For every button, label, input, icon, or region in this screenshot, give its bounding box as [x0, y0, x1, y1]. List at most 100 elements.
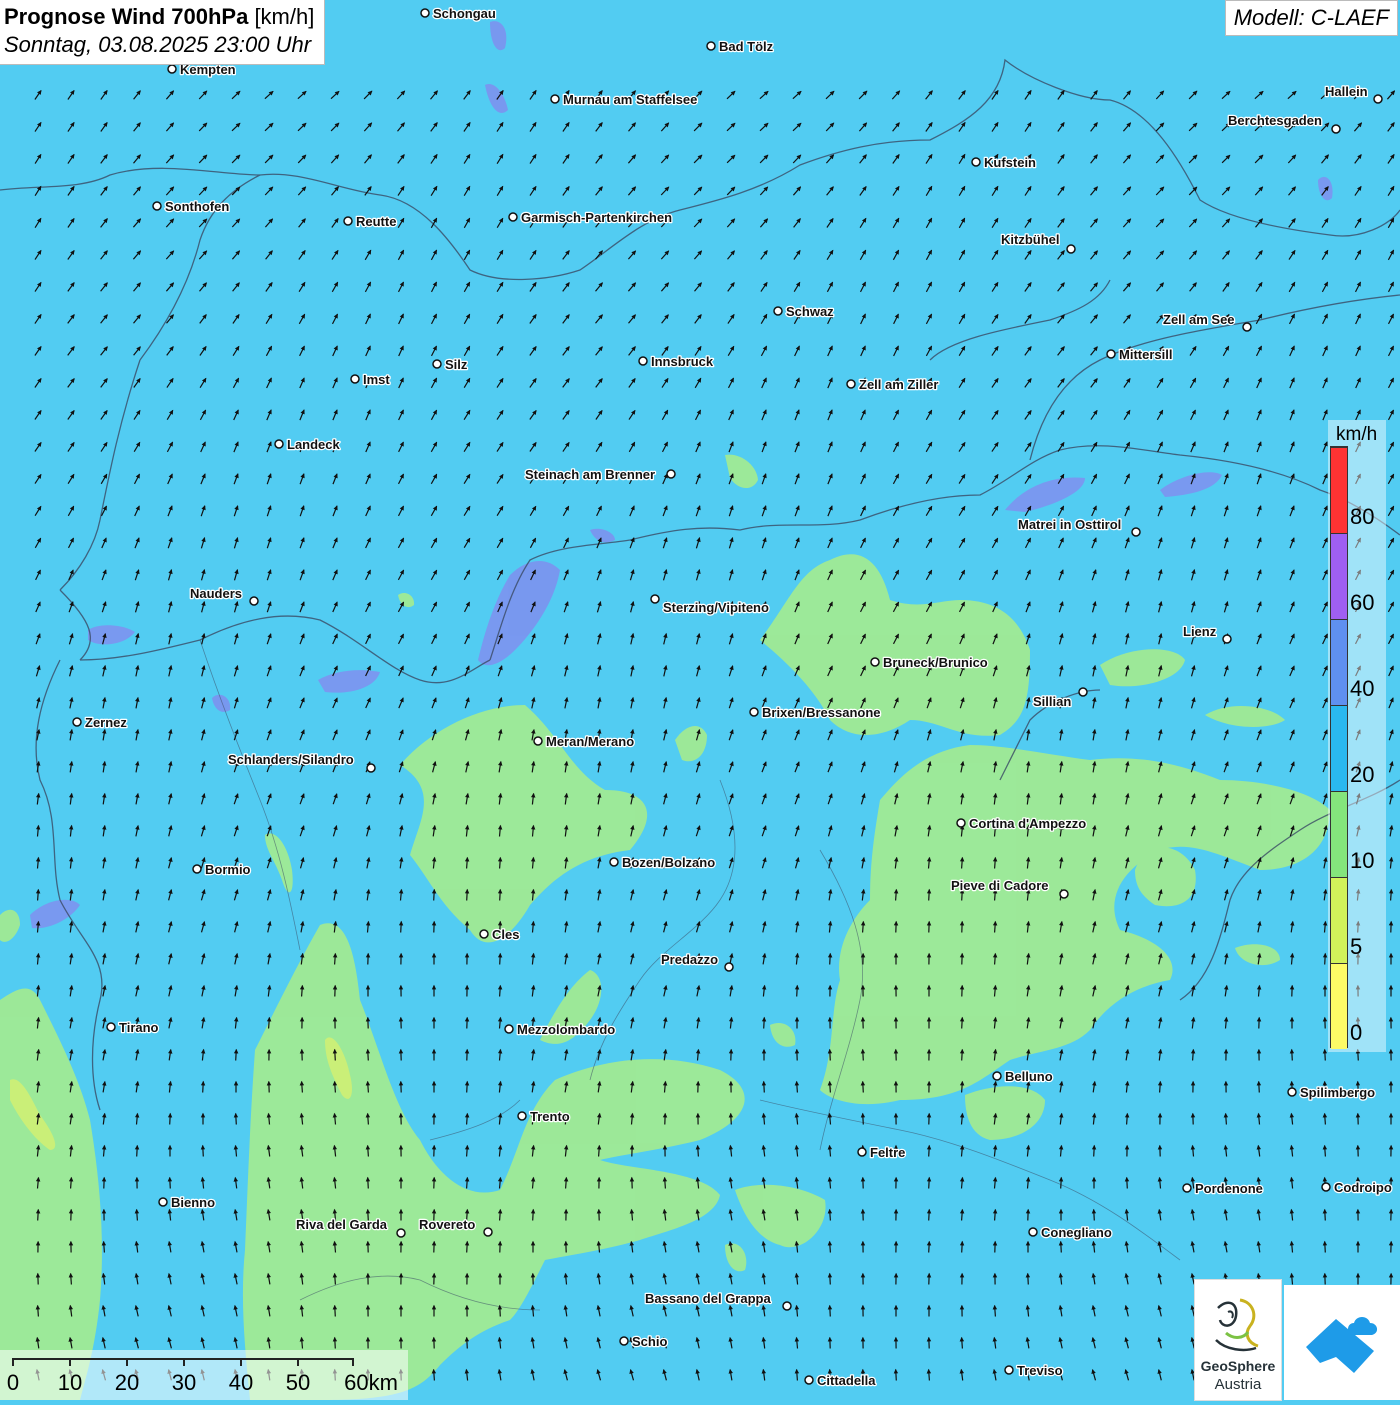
svg-text:Innsbruck: Innsbruck	[651, 354, 714, 369]
scale-label: 50	[286, 1370, 310, 1396]
svg-text:Zell am Ziller: Zell am Ziller	[859, 377, 938, 392]
city-steinach: Steinach am Brenner	[525, 467, 675, 482]
svg-text:Kufstein: Kufstein	[984, 155, 1036, 170]
svg-text:Sonthofen: Sonthofen	[165, 199, 229, 214]
svg-text:Schongau: Schongau	[433, 6, 496, 21]
svg-text:Murnau am Staffelsee: Murnau am Staffelsee	[563, 92, 697, 107]
svg-text:Bassano del Grappa: Bassano del Grappa	[645, 1291, 771, 1306]
geosphere-sub: Austria	[1195, 1376, 1281, 1393]
svg-text:Kitzbühel: Kitzbühel	[1001, 232, 1060, 247]
svg-text:Spilimbergo: Spilimbergo	[1300, 1085, 1375, 1100]
forecast-title-main: Prognose Wind 700hPa	[4, 4, 248, 29]
svg-text:Nauders: Nauders	[190, 586, 242, 601]
city-innsbruck: Innsbruck	[639, 354, 714, 369]
legend-tick-80: 80	[1350, 504, 1374, 530]
svg-text:Bruneck/Brunico: Bruneck/Brunico	[883, 655, 988, 670]
scale-tick	[69, 1358, 71, 1366]
svg-text:Mezzolombardo: Mezzolombardo	[517, 1022, 615, 1037]
scale-tick	[126, 1358, 128, 1366]
svg-text:Sillian: Sillian	[1033, 694, 1071, 709]
city-murnau: Murnau am Staffelsee	[551, 92, 697, 107]
city-brixen: Brixen/Bressanone	[750, 705, 881, 720]
svg-text:Bienno: Bienno	[171, 1195, 215, 1210]
forecast-title: Prognose Wind 700hPa [km/h]	[4, 4, 314, 30]
legend-color-segment	[1331, 447, 1347, 533]
legend-tick-60: 60	[1350, 590, 1374, 616]
svg-text:Zernez: Zernez	[85, 715, 127, 730]
scale-label: 40	[229, 1370, 253, 1396]
svg-text:Bozen/Bolzano: Bozen/Bolzano	[622, 855, 715, 870]
svg-text:Garmisch-Partenkirchen: Garmisch-Partenkirchen	[521, 210, 672, 225]
legend-color-segment	[1331, 705, 1347, 791]
svg-text:Bad Tölz: Bad Tölz	[719, 39, 774, 54]
city-sonthofen: Sonthofen	[153, 199, 229, 214]
legend-tick-40: 40	[1350, 676, 1374, 702]
geosphere-logo[interactable]: GeoSphere Austria	[1194, 1279, 1282, 1401]
city-zell-am-ziller: Zell am Ziller	[847, 377, 938, 392]
model-label: Modell: C-LAEF	[1225, 0, 1398, 36]
legend-color-segment	[1331, 791, 1347, 877]
scale-label: 60km	[344, 1370, 398, 1396]
svg-text:Cortina d'Ampezzo: Cortina d'Ampezzo	[969, 816, 1086, 831]
legend-color-bar	[1330, 446, 1348, 1048]
city-meran: Meran/Merano	[534, 734, 634, 749]
svg-text:Imst: Imst	[363, 372, 390, 387]
city-schongau: Schongau	[421, 6, 496, 21]
svg-text:Predazzo: Predazzo	[661, 952, 718, 967]
svg-text:Feltre: Feltre	[870, 1145, 905, 1160]
city-garmisch: Garmisch-Partenkirchen	[509, 210, 672, 225]
legend-tick-10: 10	[1350, 848, 1374, 874]
svg-text:Silz: Silz	[445, 357, 468, 372]
svg-text:Codroipo: Codroipo	[1334, 1180, 1392, 1195]
svg-text:Landeck: Landeck	[287, 437, 341, 452]
scale-label: 30	[172, 1370, 196, 1396]
scale-tick	[297, 1358, 299, 1366]
svg-text:Sterzing/Vipiteno: Sterzing/Vipiteno	[663, 600, 769, 615]
legend-tick-20: 20	[1350, 762, 1374, 788]
svg-text:Tirano: Tirano	[119, 1020, 159, 1035]
scale-label: 10	[58, 1370, 82, 1396]
scale-label: 0	[7, 1370, 19, 1396]
scale-tick	[183, 1358, 185, 1366]
svg-text:Treviso: Treviso	[1017, 1363, 1063, 1378]
svg-text:Mittersill: Mittersill	[1119, 347, 1172, 362]
city-bozen: Bozen/Bolzano	[610, 855, 715, 870]
svg-text:Brixen/Bressanone: Brixen/Bressanone	[762, 705, 881, 720]
svg-text:Berchtesgaden: Berchtesgaden	[1228, 113, 1322, 128]
city-spilimbergo: Spilimbergo	[1288, 1085, 1375, 1100]
svg-text:Zell am See: Zell am See	[1163, 312, 1235, 327]
city-pordenone: Pordenone	[1183, 1181, 1263, 1196]
color-legend: km/h 80 60 40 20 10 5 0	[1328, 420, 1386, 1052]
city-conegliano: Conegliano	[1029, 1225, 1112, 1240]
legend-unit: km/h	[1336, 424, 1377, 446]
svg-text:Riva del Garda: Riva del Garda	[296, 1217, 388, 1232]
legend-color-segment	[1331, 533, 1347, 619]
svg-text:Conegliano: Conegliano	[1041, 1225, 1112, 1240]
forecast-datetime: Sonntag, 03.08.2025 23:00 Uhr	[4, 32, 314, 58]
scale-tick	[240, 1358, 242, 1366]
svg-text:Rovereto: Rovereto	[419, 1217, 475, 1232]
svg-text:Meran/Merano: Meran/Merano	[546, 734, 634, 749]
geosphere-name: GeoSphere	[1195, 1358, 1281, 1374]
geosphere-emblem-icon	[1208, 1288, 1268, 1358]
svg-text:Matrei in Osttirol: Matrei in Osttirol	[1018, 517, 1121, 532]
house-cloud-icon	[1284, 1285, 1400, 1400]
svg-text:Reutte: Reutte	[356, 214, 396, 229]
svg-text:Trento: Trento	[530, 1109, 570, 1124]
svg-text:Belluno: Belluno	[1005, 1069, 1053, 1084]
scale-label: 20	[115, 1370, 139, 1396]
legend-color-segment	[1331, 877, 1347, 963]
scale-tick	[352, 1358, 354, 1366]
scale-bar-line	[12, 1358, 352, 1360]
legend-tick-5: 5	[1350, 934, 1362, 960]
wind-map: Schongau Bad Tölz Kempten Murnau am Staf…	[0, 0, 1400, 1400]
svg-text:Pordenone: Pordenone	[1195, 1181, 1263, 1196]
scale-tick	[12, 1358, 14, 1366]
scale-bar: 0 10 20 30 40 50 60km	[0, 1350, 408, 1400]
city-cortina: Cortina d'Ampezzo	[957, 816, 1086, 831]
svg-text:Steinach am Brenner: Steinach am Brenner	[525, 467, 655, 482]
svg-text:Pieve di Cadore: Pieve di Cadore	[951, 878, 1049, 893]
svg-text:Hallein: Hallein	[1325, 84, 1368, 99]
forecast-title-unit: [km/h]	[254, 4, 314, 29]
weather-app-logo[interactable]	[1284, 1285, 1400, 1400]
